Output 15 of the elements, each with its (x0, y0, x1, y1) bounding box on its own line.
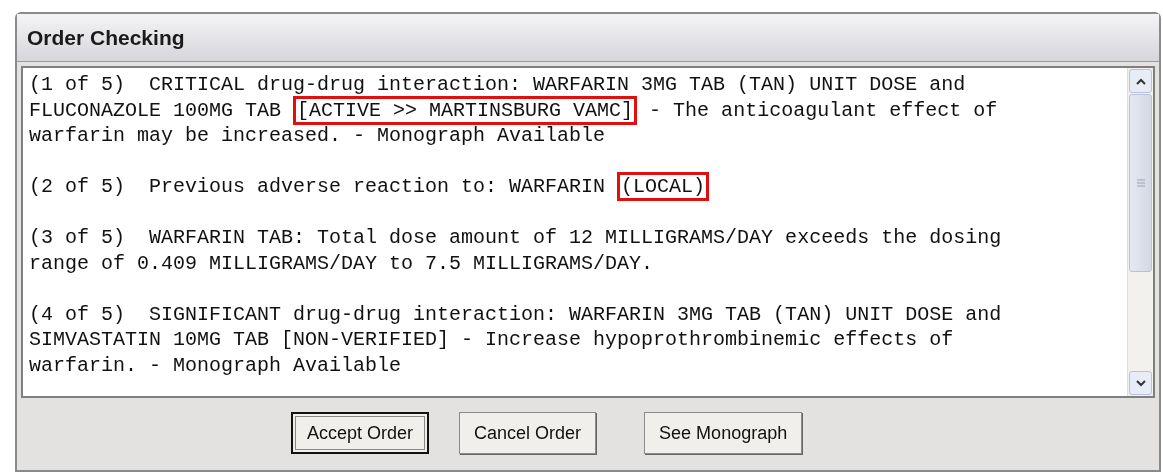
dialog-button[interactable]: Cancel Order (459, 412, 597, 454)
scroll-up-button[interactable] (1129, 69, 1152, 93)
chevron-up-icon (1135, 77, 1146, 85)
scroll-down-button[interactable] (1129, 371, 1152, 395)
dialog-button[interactable]: Accept Order (291, 412, 430, 454)
dialog-button[interactable]: See Monograph (644, 412, 803, 454)
scroll-thumb[interactable] (1129, 94, 1152, 272)
grip-icon (1135, 179, 1146, 187)
order-check-message: (4 of 5) SIGNIFICANT drug-drug interaction: WARFARIN 3MG TAB (TAN) UNIT DOSE and SIMVASTATIN 10MG TAB [NON-VERIFIED] - Increase hypoprothrombinemic effects of warfarin. - Monograph Available (29, 301, 1003, 378)
scrollbar[interactable] (1127, 68, 1153, 396)
order-check-message: (1 of 5) CRITICAL drug-drug interaction: WARFARIN 3MG TAB (TAN) UNIT DOSE and FLUCONAZOLE 100MG TAB [ACTIVE >> MARTINSBURG VAMC] - The anticoagulant effect of warfarin may be increased. - Monograph Available (29, 72, 999, 149)
window-title: Order Checking (27, 24, 185, 51)
order-check-message: (3 of 5) WARFARIN TAB: Total dose amount of 12 MILLIGRAMS/DAY exceeds the dosing range of 0.409 MILLIGRAMS/DAY to 7.5 MILLIGRAMS/DAY. (29, 225, 1003, 276)
order-check-message: (2 of 5) Previous adverse reaction to: WARFARIN (LOCAL) (29, 174, 1127, 200)
chevron-down-icon (1135, 379, 1146, 387)
